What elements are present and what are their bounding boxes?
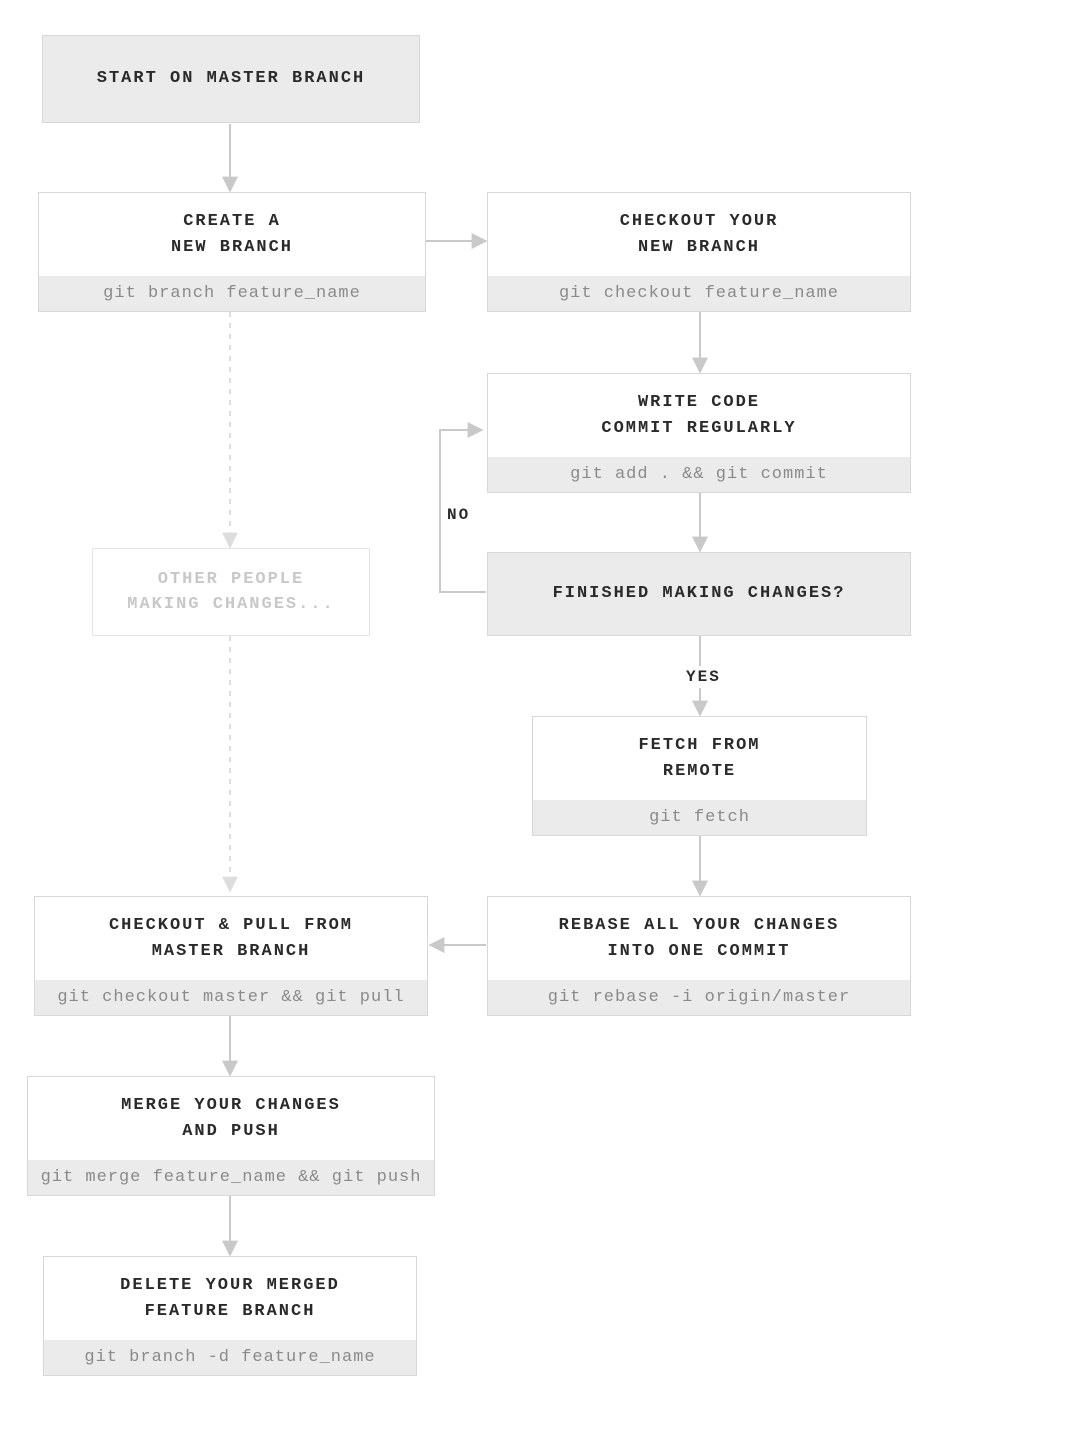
node-fetch: FETCH FROMREMOTE git fetch — [532, 716, 867, 836]
node-rebase-title: REBASE ALL YOUR CHANGESINTO ONE COMMIT — [488, 897, 910, 980]
node-pull: CHECKOUT & PULL FROMMASTER BRANCH git ch… — [34, 896, 428, 1016]
node-finished: FINISHED MAKING CHANGES? — [487, 552, 911, 636]
edge-label-no: NO — [443, 504, 474, 526]
node-merge-cmd: git merge feature_name && git push — [28, 1160, 434, 1195]
node-delete-title: DELETE YOUR MERGEDFEATURE BRANCH — [44, 1257, 416, 1340]
node-checkout-title: CHECKOUT YOURNEW BRANCH — [488, 193, 910, 276]
node-write-code: WRITE CODECOMMIT REGULARLY git add . && … — [487, 373, 911, 493]
node-start-title: START ON MASTER BRANCH — [87, 50, 375, 108]
node-others-title: OTHER PEOPLEMAKING CHANGES... — [117, 551, 344, 634]
node-rebase: REBASE ALL YOUR CHANGESINTO ONE COMMIT g… — [487, 896, 911, 1016]
node-rebase-cmd: git rebase -i origin/master — [488, 980, 910, 1015]
node-merge: MERGE YOUR CHANGESAND PUSH git merge fea… — [27, 1076, 435, 1196]
node-others: OTHER PEOPLEMAKING CHANGES... — [92, 548, 370, 636]
node-checkout-branch: CHECKOUT YOURNEW BRANCH git checkout fea… — [487, 192, 911, 312]
node-write-title: WRITE CODECOMMIT REGULARLY — [488, 374, 910, 457]
node-finished-title: FINISHED MAKING CHANGES? — [543, 565, 856, 623]
node-checkout-cmd: git checkout feature_name — [488, 276, 910, 311]
node-start: START ON MASTER BRANCH — [42, 35, 420, 123]
node-fetch-cmd: git fetch — [533, 800, 866, 835]
node-delete-cmd: git branch -d feature_name — [44, 1340, 416, 1375]
node-create-cmd: git branch feature_name — [39, 276, 425, 311]
node-merge-title: MERGE YOUR CHANGESAND PUSH — [28, 1077, 434, 1160]
node-create-title: CREATE ANEW BRANCH — [39, 193, 425, 276]
edge-label-yes: YES — [682, 666, 725, 688]
node-pull-title: CHECKOUT & PULL FROMMASTER BRANCH — [35, 897, 427, 980]
node-delete: DELETE YOUR MERGEDFEATURE BRANCH git bra… — [43, 1256, 417, 1376]
node-pull-cmd: git checkout master && git pull — [35, 980, 427, 1015]
node-create-branch: CREATE ANEW BRANCH git branch feature_na… — [38, 192, 426, 312]
node-write-cmd: git add . && git commit — [488, 457, 910, 492]
node-fetch-title: FETCH FROMREMOTE — [533, 717, 866, 800]
